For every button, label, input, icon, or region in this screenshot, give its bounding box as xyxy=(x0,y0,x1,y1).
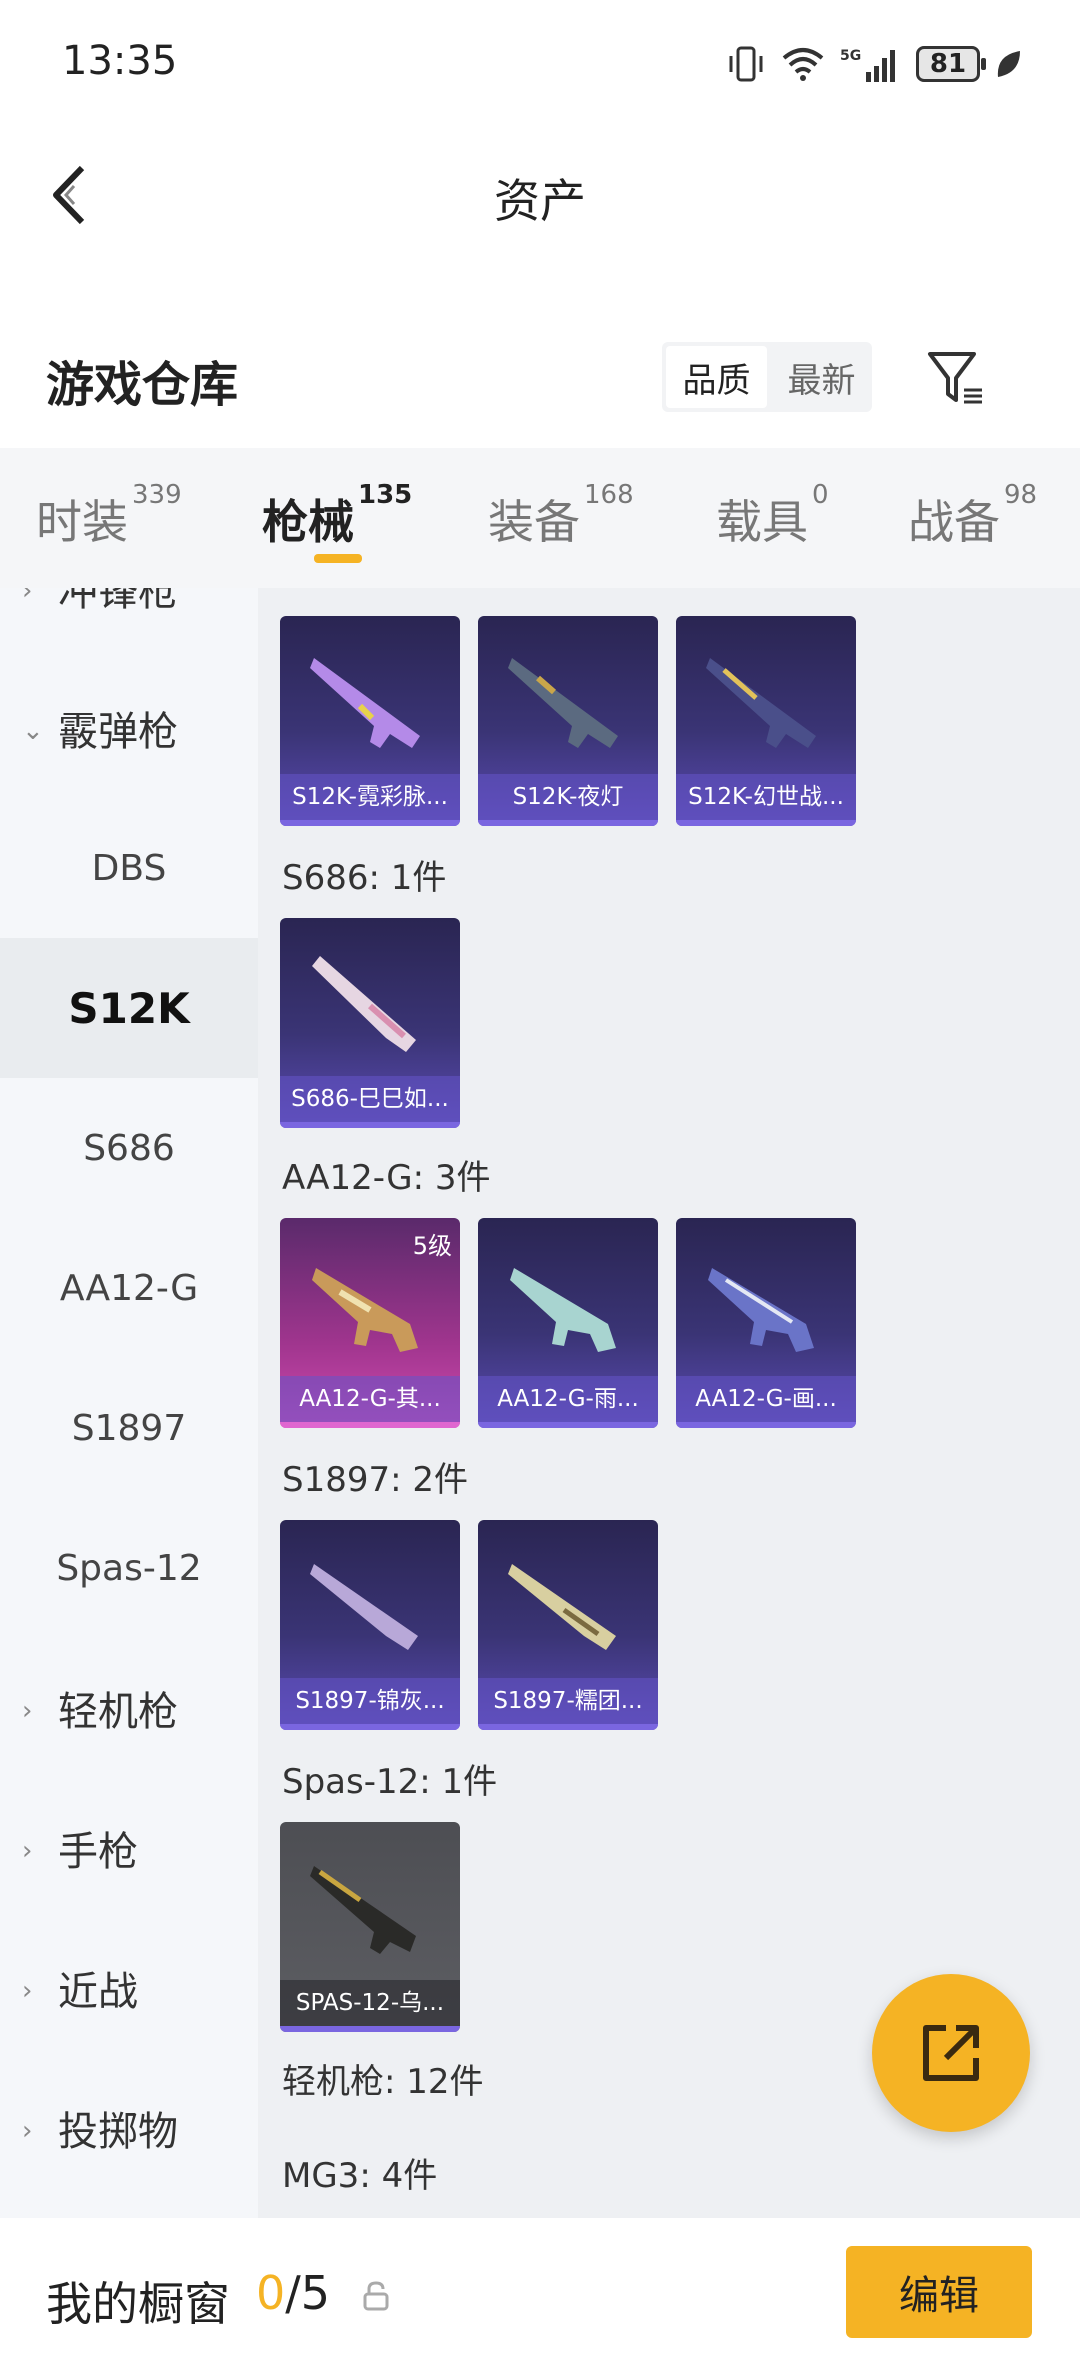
battery-icon: 81 xyxy=(916,46,986,82)
double-barrel-shotgun-icon xyxy=(312,956,416,1052)
sidebar-item-throwables[interactable]: › 投掷物 xyxy=(0,2058,258,2198)
weapon-card[interactable]: 5级 AA12-G-其... xyxy=(280,1218,460,1428)
group-label: MG3: 4件 xyxy=(282,2156,438,2196)
weapon-card[interactable]: S1897-糯团... xyxy=(478,1520,658,1730)
sidebar-item-s686[interactable]: S686 xyxy=(0,1078,258,1218)
weapon-card[interactable]: S12K-幻世战... xyxy=(676,616,856,826)
sidebar-item-s1897[interactable]: S1897 xyxy=(0,1358,258,1498)
shotgun-icon xyxy=(508,658,618,748)
tab-vehicles[interactable]: 载具 0 xyxy=(716,480,829,552)
sidebar-item-smg[interactable]: › 冲锋枪 xyxy=(0,588,258,658)
card-rarity-bar xyxy=(280,1422,460,1428)
card-rarity-bar xyxy=(280,2026,460,2032)
card-rarity-bar xyxy=(478,1724,658,1730)
filter-icon[interactable] xyxy=(924,346,988,410)
status-bar: 13:35 5G 81 xyxy=(0,0,1080,130)
sort-toggle: 品质 最新 xyxy=(662,342,872,412)
svg-text:5G: 5G xyxy=(840,48,861,64)
edit-button[interactable]: 编辑 xyxy=(846,2246,1032,2338)
card-rarity-bar xyxy=(478,820,658,826)
shotgun-icon xyxy=(706,658,816,748)
level-badge: 5级 xyxy=(412,1232,452,1260)
chevron-right-icon: › xyxy=(22,1976,33,2006)
wifi-icon xyxy=(782,48,824,81)
combat-shotgun-icon xyxy=(310,1866,416,1954)
weapon-card[interactable]: S12K-夜灯 xyxy=(478,616,658,826)
shotgun-icon xyxy=(310,658,420,748)
card-rarity-bar xyxy=(280,1122,460,1128)
category-tabs: 时装 339 枪械 135 装备 168 载具 0 战备 98 xyxy=(0,448,1080,588)
sidebar-item-spas12[interactable]: Spas-12 xyxy=(0,1498,258,1638)
sidebar-item-shotgun[interactable]: ⌄ 霰弹枪 xyxy=(0,658,258,798)
active-tab-indicator xyxy=(314,554,362,563)
chevron-down-icon: ⌄ xyxy=(22,716,44,746)
group-label: AA12-G: 3件 xyxy=(282,1158,491,1198)
chevron-right-icon: › xyxy=(22,588,33,606)
signal-5g-icon: 5G xyxy=(840,48,895,82)
weapon-sidebar: › 冲锋枪 ⌄ 霰弹枪 DBS S12K S686 AA12-G S1897 S… xyxy=(0,588,258,2218)
pump-shotgun-icon xyxy=(310,1564,418,1650)
tab-firearms[interactable]: 枪械 135 xyxy=(262,480,412,552)
chevron-right-icon: › xyxy=(22,2116,33,2146)
weapon-card[interactable]: S1897-锦灰... xyxy=(280,1520,460,1730)
sidebar-item-pistol[interactable]: › 手枪 xyxy=(0,1778,258,1918)
sidebar-item-dbs[interactable]: DBS xyxy=(0,798,258,938)
card-rarity-bar xyxy=(280,1724,460,1730)
sidebar-item-melee[interactable]: › 近战 xyxy=(0,1918,258,2058)
showcase-footer: 我的橱窗 0/5 编辑 xyxy=(0,2218,1080,2376)
sidebar-item-aa12g[interactable]: AA12-G xyxy=(0,1218,258,1358)
card-rarity-bar xyxy=(676,820,856,826)
sidebar-item-s12k[interactable]: S12K xyxy=(0,938,258,1078)
group-label: 轻机枪: 12件 xyxy=(282,2062,484,2102)
card-rarity-bar xyxy=(280,820,460,826)
external-link-icon xyxy=(923,2025,979,2081)
chevron-right-icon: › xyxy=(22,1696,33,1726)
vibrate-icon xyxy=(729,46,763,82)
showcase-count: 0/5 xyxy=(256,2266,331,2320)
tab-equipment[interactable]: 装备 168 xyxy=(488,480,634,552)
status-time: 13:35 xyxy=(62,38,178,84)
leaf-icon xyxy=(997,51,1020,77)
weapon-card[interactable]: AA12-G-雨... xyxy=(478,1218,658,1428)
weapon-card[interactable]: AA12-G-画... xyxy=(676,1218,856,1428)
group-label: S1897: 2件 xyxy=(282,1460,469,1500)
status-icons: 5G 81 xyxy=(726,42,1024,86)
share-button[interactable] xyxy=(872,1974,1030,2132)
auto-shotgun-icon xyxy=(510,1268,616,1352)
warehouse-title: 游戏仓库 xyxy=(46,357,239,413)
showcase-label: 我的橱窗 xyxy=(46,2277,230,2331)
weapon-card[interactable]: S12K-霓彩脉... xyxy=(280,616,460,826)
sort-newest-button[interactable]: 最新 xyxy=(771,342,872,412)
lock-icon xyxy=(363,2281,389,2311)
sort-quality-button[interactable]: 品质 xyxy=(666,346,767,408)
card-rarity-bar xyxy=(478,1422,658,1428)
sidebar-item-lmg[interactable]: › 轻机枪 xyxy=(0,1638,258,1778)
auto-shotgun-icon xyxy=(708,1268,814,1352)
pump-shotgun-icon xyxy=(508,1564,616,1650)
chevron-right-icon: › xyxy=(22,1836,33,1866)
group-label: S686: 1件 xyxy=(282,858,447,898)
group-label: Spas-12: 1件 xyxy=(282,1762,498,1802)
tab-fashion[interactable]: 时装 339 xyxy=(36,480,182,552)
weapon-card[interactable]: SPAS-12-乌... xyxy=(280,1822,460,2032)
weapon-card[interactable]: S686-巳巳如... xyxy=(280,918,460,1128)
page-title: 资产 xyxy=(494,174,586,228)
card-rarity-bar xyxy=(676,1422,856,1428)
tab-combat-gear[interactable]: 战备 98 xyxy=(908,480,1037,552)
